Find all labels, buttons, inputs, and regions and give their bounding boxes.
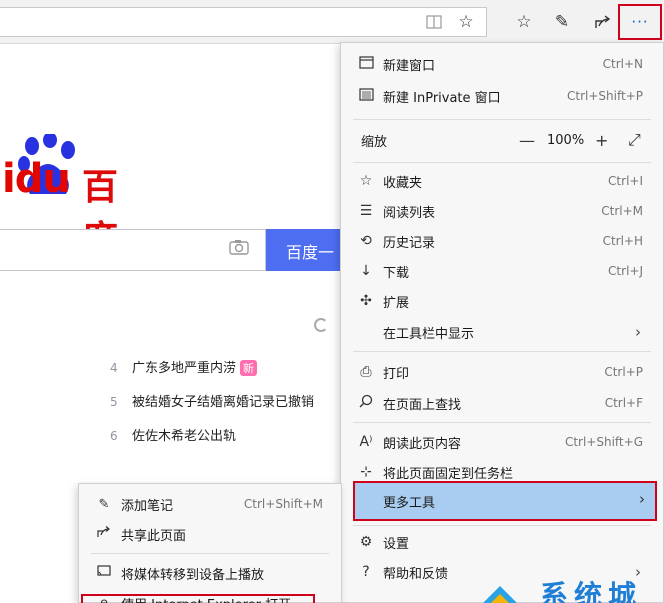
refresh-icon[interactable]	[314, 318, 328, 332]
menu-item-more-tools[interactable]: 更多工具 ›	[353, 481, 657, 521]
zoom-in-button[interactable]: +	[595, 131, 608, 150]
menu-item-zoom: 缩放 — 100% + ⤢	[361, 130, 641, 150]
reading-list-icon: ☰	[359, 203, 373, 219]
chevron-right-icon: ›	[639, 490, 645, 508]
submenu-item-share[interactable]: 共享此页面	[79, 519, 341, 549]
new-badge: 新	[240, 360, 258, 376]
read-aloud-icon: A⁾	[359, 434, 373, 450]
menu-item-show-in-toolbar[interactable]: 在工具栏中显示 ›	[341, 317, 663, 347]
annotation-highlight	[81, 594, 315, 603]
camera-icon[interactable]	[229, 239, 249, 260]
divider	[91, 553, 329, 554]
history-icon: ⟲	[360, 233, 372, 249]
divider	[353, 162, 651, 163]
logo-latin: idu	[2, 156, 71, 202]
more-menu: 新建窗口 Ctrl+N 新建 InPrivate 窗口 Ctrl+Shift+P…	[340, 42, 664, 603]
menu-item-downloads[interactable]: ↓ 下载 Ctrl+J	[341, 256, 663, 286]
more-tools-submenu: ✎ 添加笔记 Ctrl+Shift+M 共享此页面 将媒体转移到设备上播放 e …	[78, 483, 342, 603]
menu-item-extensions[interactable]: ✣ 扩展	[341, 286, 663, 316]
share-icon	[95, 526, 113, 542]
inprivate-icon	[357, 87, 375, 105]
submenu-item-cast[interactable]: 将媒体转移到设备上播放	[79, 558, 341, 588]
divider	[353, 525, 651, 526]
search-icon	[357, 394, 375, 412]
divider	[353, 351, 651, 352]
window-icon	[357, 55, 375, 73]
search-button[interactable]: 百度一	[266, 229, 346, 271]
menu-item-favorites[interactable]: ☆ 收藏夹 Ctrl+I	[341, 166, 663, 196]
fullscreen-button[interactable]: ⤢	[628, 130, 641, 150]
menu-item-new-inprivate[interactable]: 新建 InPrivate 窗口 Ctrl+Shift+P	[341, 81, 663, 111]
gear-icon: ⚙	[359, 534, 373, 550]
more-button[interactable]: ···	[618, 4, 662, 40]
more-icon: ···	[631, 13, 649, 31]
favorites-icon[interactable]: ☆	[506, 0, 542, 44]
cast-icon	[95, 565, 113, 581]
favorite-star-icon[interactable]: ☆	[448, 0, 484, 44]
chevron-right-icon: ›	[635, 323, 641, 341]
watermark: 系统城	[480, 574, 664, 603]
list-item[interactable]: 5 被结婚女子结婚离婚记录已撤销	[110, 391, 314, 410]
extensions-icon: ✣	[360, 293, 372, 309]
download-icon: ↓	[360, 263, 372, 279]
menu-item-print[interactable]: ⎙ 打印 Ctrl+P	[341, 357, 663, 387]
browser-toolbar: ☆ ☆ ✎ ···	[0, 0, 664, 44]
menu-item-history[interactable]: ⟲ 历史记录 Ctrl+H	[341, 226, 663, 256]
watermark-logo-icon	[483, 586, 517, 603]
menu-item-find[interactable]: 在页面上查找 Ctrl+F	[341, 388, 663, 418]
help-icon: ?	[362, 564, 370, 580]
pin-icon: ⊹	[360, 464, 372, 480]
address-bar[interactable]	[0, 7, 487, 37]
list-item[interactable]: 4 广东多地严重内涝新	[110, 357, 258, 376]
share-icon[interactable]	[584, 0, 620, 44]
pen-icon: ✎	[98, 496, 110, 512]
printer-icon: ⎙	[360, 364, 372, 380]
submenu-item-add-notes[interactable]: ✎ 添加笔记 Ctrl+Shift+M	[79, 489, 341, 519]
menu-item-settings[interactable]: ⚙ 设置	[341, 527, 663, 557]
divider	[353, 422, 651, 423]
pen-icon[interactable]: ✎	[544, 0, 580, 44]
zoom-value: 100%	[547, 132, 585, 148]
favorites-icon: ☆	[359, 173, 373, 189]
divider	[353, 119, 651, 120]
menu-item-reading-list[interactable]: ☰ 阅读列表 Ctrl+M	[341, 196, 663, 226]
menu-item-read-aloud[interactable]: A⁾ 朗读此页内容 Ctrl+Shift+G	[341, 427, 663, 457]
list-item[interactable]: 6 佐佐木希老公出轨	[110, 425, 236, 444]
search-input[interactable]	[0, 229, 266, 271]
zoom-out-button[interactable]: —	[519, 131, 535, 150]
reading-view-icon[interactable]	[416, 0, 452, 44]
menu-item-new-window[interactable]: 新建窗口 Ctrl+N	[341, 49, 663, 79]
